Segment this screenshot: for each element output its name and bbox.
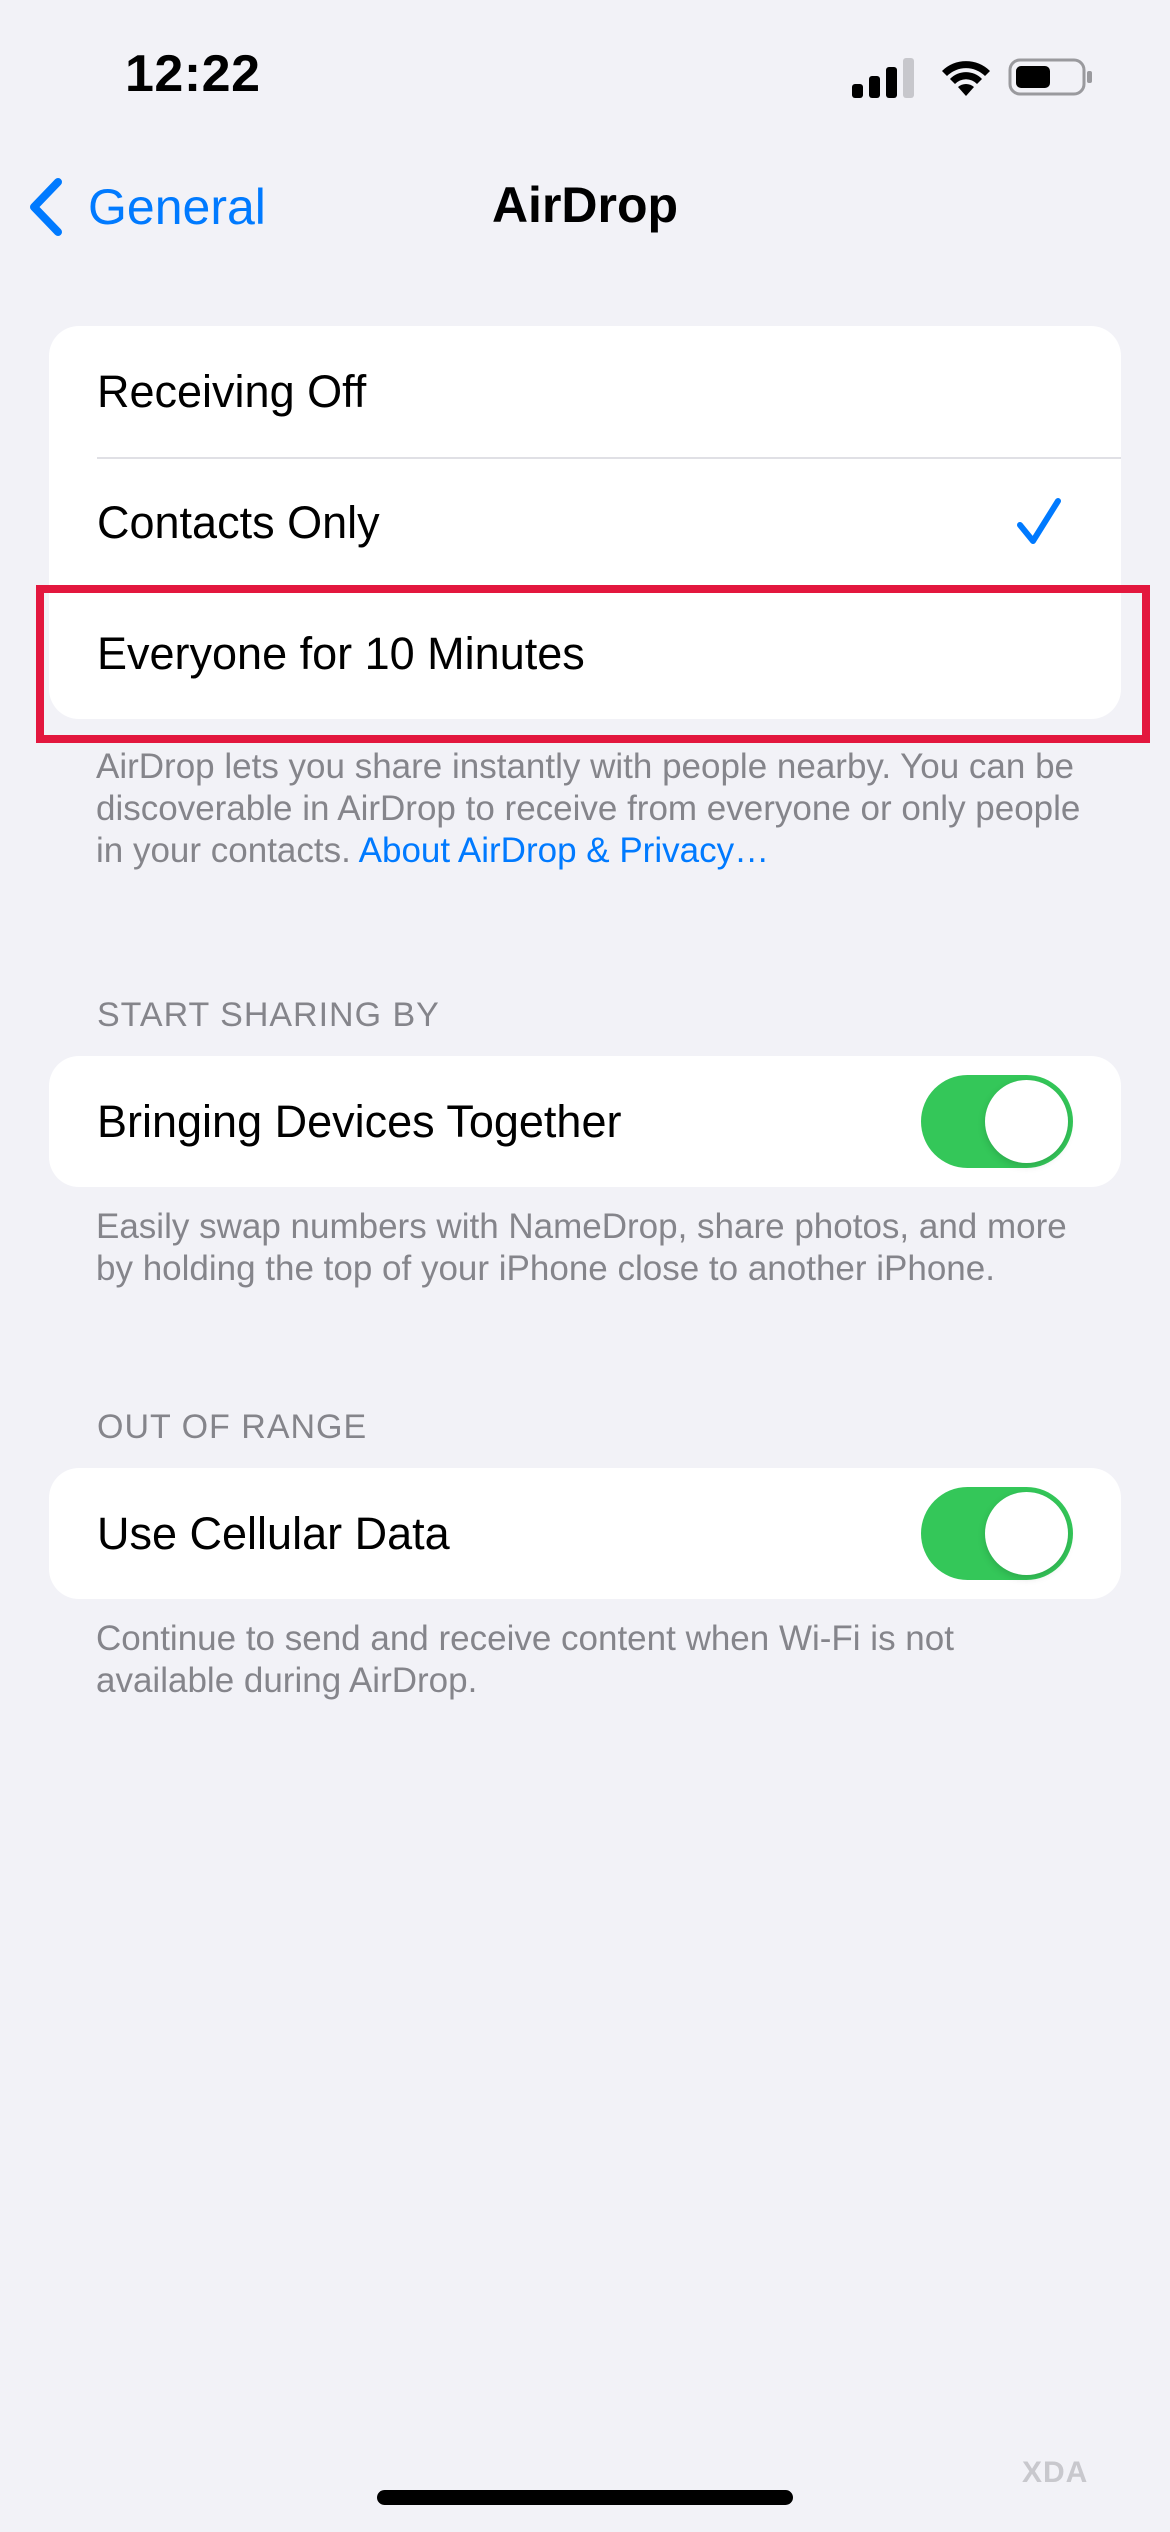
use-cellular-data-toggle[interactable] xyxy=(921,1487,1073,1580)
namedrop-description: Easily swap numbers with NameDrop, share… xyxy=(96,1207,1067,1288)
option-label: Receiving Off xyxy=(97,365,367,417)
option-contacts-only[interactable]: Contacts Only xyxy=(49,457,1121,588)
checkmark-icon xyxy=(1017,498,1061,544)
out-of-range-group: Use Cellular Data xyxy=(49,1468,1121,1599)
status-time: 12:22 xyxy=(125,45,261,103)
option-receiving-off[interactable]: Receiving Off xyxy=(49,326,1121,457)
xda-watermark: XDA xyxy=(1022,2456,1089,2489)
section-header-out-of-range: OUT OF RANGE xyxy=(97,1408,368,1446)
section-header-start-sharing: START SHARING BY xyxy=(97,996,440,1034)
page-title: AirDrop xyxy=(491,177,679,233)
battery-icon xyxy=(1008,58,1092,96)
row-label: Bringing Devices Together xyxy=(97,1095,622,1147)
bringing-devices-together-toggle[interactable] xyxy=(921,1075,1073,1168)
cellular-signal-icon xyxy=(852,56,914,98)
option-label: Contacts Only xyxy=(97,496,380,548)
airdrop-description: AirDrop lets you share instantly with pe… xyxy=(96,747,1081,870)
highlight-box xyxy=(36,585,1150,743)
cellular-data-description: Continue to send and receive content whe… xyxy=(96,1619,954,1700)
row-label: Use Cellular Data xyxy=(97,1507,450,1559)
start-sharing-group: Bringing Devices Together xyxy=(49,1056,1121,1187)
use-cellular-data-row: Use Cellular Data xyxy=(49,1468,1121,1599)
wifi-icon xyxy=(942,61,990,96)
bringing-devices-together-row: Bringing Devices Together xyxy=(49,1056,1121,1187)
home-indicator[interactable] xyxy=(377,2490,793,2505)
about-airdrop-privacy-link[interactable]: About AirDrop & Privacy… xyxy=(359,831,769,870)
